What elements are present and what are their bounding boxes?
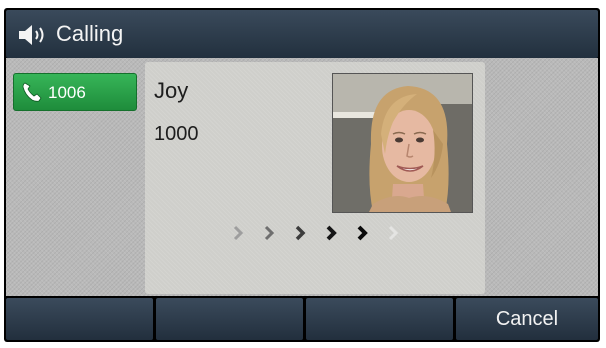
caller-name: Joy (154, 78, 189, 103)
softkey-1[interactable] (6, 298, 153, 340)
progress-arrow-4 (326, 225, 337, 241)
status-title: Calling (56, 21, 124, 46)
softkey-bar: Cancel (6, 298, 598, 342)
progress-arrow-5 (357, 225, 368, 241)
line-key-1006[interactable]: 1006 (13, 73, 137, 111)
speaker-icon (19, 25, 44, 45)
line-key-label: 1006 (48, 83, 86, 102)
softkey-2[interactable] (156, 298, 303, 340)
call-body: 1006 Joy 1000 (6, 58, 598, 296)
progress-arrow-3 (295, 225, 306, 241)
cancel-button[interactable]: Cancel (456, 298, 598, 340)
call-info-card: Joy 1000 (145, 62, 485, 294)
progress-arrow-1 (233, 225, 244, 241)
status-bar: Calling (6, 10, 598, 58)
handset-icon (22, 82, 42, 102)
softkey-3[interactable] (306, 298, 453, 340)
progress-arrow-6 (388, 225, 399, 241)
progress-arrow-2 (264, 225, 275, 241)
caller-number: 1000 (154, 123, 199, 145)
caller-photo (332, 73, 473, 213)
call-progress-arrows (233, 225, 399, 241)
phone-screen: Calling 1006 Joy 1000 Cancel (4, 8, 600, 342)
